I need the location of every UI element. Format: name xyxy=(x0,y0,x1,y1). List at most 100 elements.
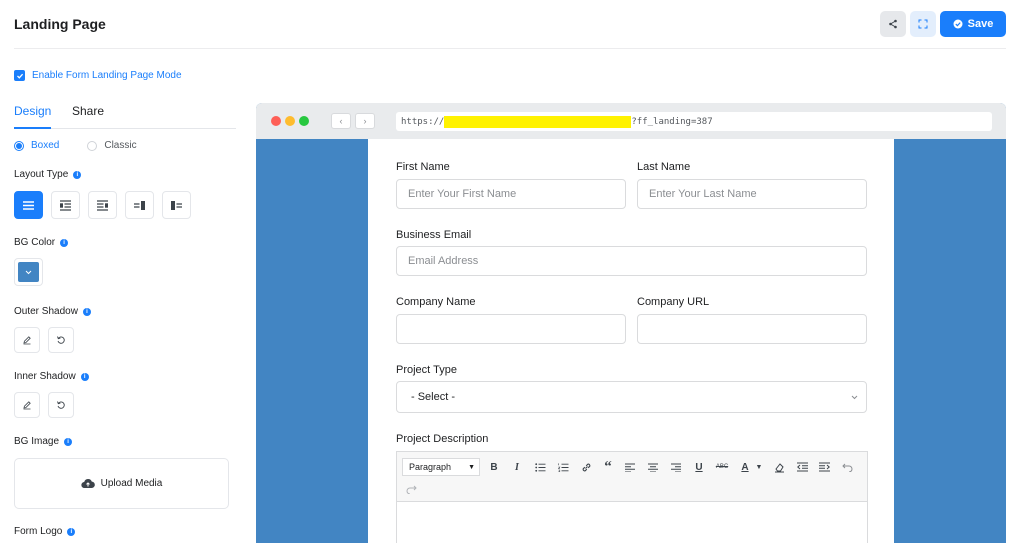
outer-shadow-label: Outer Shadow i xyxy=(14,306,91,317)
landing-preview: ‹ › https:// ?ff_landing=387 First Name … xyxy=(256,103,1006,543)
form-card: First Name Enter Your First Name Last Na… xyxy=(368,139,894,543)
project-type-select[interactable]: - Select - xyxy=(396,381,867,413)
strikethrough-icon[interactable]: ABC xyxy=(713,458,731,476)
business-email-label: Business Email xyxy=(396,229,472,241)
layout-right-icon xyxy=(97,199,108,211)
color-swatch xyxy=(18,262,39,282)
radio-boxed-label[interactable]: Boxed xyxy=(31,140,59,151)
outer-shadow-edit-button[interactable] xyxy=(14,327,40,353)
link-icon[interactable] xyxy=(577,458,595,476)
reset-icon xyxy=(57,401,65,409)
inner-shadow-edit-button[interactable] xyxy=(14,392,40,418)
chevron-down-icon xyxy=(25,270,32,274)
editor-toolbar: Paragraph ▼ B I “ U ABC A ▼ xyxy=(397,452,867,502)
radio-classic-label[interactable]: Classic xyxy=(104,140,136,151)
layout-media-right-button[interactable] xyxy=(88,191,117,219)
caret-down-icon: ▼ xyxy=(468,463,475,471)
project-description-label: Project Description xyxy=(396,433,489,445)
company-url-input[interactable] xyxy=(637,314,867,344)
outer-shadow-reset-button[interactable] xyxy=(48,327,74,353)
header-divider xyxy=(14,48,1006,49)
company-name-input[interactable] xyxy=(396,314,626,344)
blockquote-icon[interactable]: “ xyxy=(599,458,617,476)
save-label: Save xyxy=(967,18,994,30)
underline-icon[interactable]: U xyxy=(690,458,708,476)
layout-default-button[interactable] xyxy=(14,191,43,219)
pencil-icon xyxy=(23,401,31,410)
info-icon[interactable]: i xyxy=(64,437,73,446)
url-suffix: ?ff_landing=387 xyxy=(631,116,713,127)
tab-share[interactable]: Share xyxy=(72,104,104,118)
checkbox-checked-icon xyxy=(14,70,25,81)
align-left-icon[interactable] xyxy=(621,458,639,476)
bullet-list-icon[interactable] xyxy=(531,458,549,476)
radio-boxed[interactable] xyxy=(14,140,24,151)
first-name-input[interactable]: Enter Your First Name xyxy=(396,179,626,209)
rich-text-editor[interactable]: Paragraph ▼ B I “ U ABC A ▼ xyxy=(396,451,868,543)
project-type-label: Project Type xyxy=(396,364,457,376)
info-icon[interactable]: i xyxy=(80,372,89,381)
split-right-icon xyxy=(134,200,145,210)
address-bar[interactable]: https:// ?ff_landing=387 xyxy=(396,112,992,131)
undo-icon[interactable] xyxy=(838,458,856,476)
upload-media-label: Upload Media xyxy=(100,478,163,489)
indent-icon[interactable] xyxy=(815,458,833,476)
italic-icon[interactable]: I xyxy=(508,458,526,476)
check-circle-icon xyxy=(953,19,963,29)
style-radio-group: Boxed Classic xyxy=(14,140,137,151)
info-icon[interactable]: i xyxy=(73,170,82,179)
bg-color-text: BG Color xyxy=(14,237,56,248)
align-right-icon[interactable] xyxy=(667,458,685,476)
layout-left-icon xyxy=(60,199,71,211)
save-button[interactable]: Save xyxy=(940,11,1006,37)
format-select[interactable]: Paragraph ▼ xyxy=(402,458,480,476)
bg-color-picker[interactable] xyxy=(14,258,43,286)
minimize-dot-icon xyxy=(285,116,295,126)
tab-design[interactable]: Design xyxy=(14,104,52,129)
layout-split-left-button[interactable] xyxy=(162,191,191,219)
layout-media-left-button[interactable] xyxy=(51,191,80,219)
last-name-label: Last Name xyxy=(637,161,691,173)
form-logo-text: Form Logo xyxy=(14,526,63,537)
email-field[interactable]: Email Address xyxy=(396,246,867,276)
pencil-icon xyxy=(23,336,31,345)
header: Landing Page Save xyxy=(0,0,1024,48)
reset-icon xyxy=(57,336,65,344)
radio-classic[interactable] xyxy=(87,140,98,151)
numbered-list-icon[interactable] xyxy=(554,458,572,476)
share-button[interactable] xyxy=(880,11,906,37)
upload-media-button[interactable]: Upload Media xyxy=(14,458,229,509)
landing-mode-checkbox[interactable]: Enable Form Landing Page Mode xyxy=(14,70,182,81)
maximize-dot-icon xyxy=(299,116,309,126)
info-icon[interactable]: i xyxy=(67,527,76,536)
bold-icon[interactable]: B xyxy=(485,458,503,476)
outer-shadow-text: Outer Shadow xyxy=(14,306,78,317)
url-prefix: https:// xyxy=(401,116,445,127)
bg-image-text: BG Image xyxy=(14,436,60,447)
clear-formatting-icon[interactable] xyxy=(770,458,788,476)
back-button[interactable]: ‹ xyxy=(331,113,351,129)
info-icon[interactable]: i xyxy=(82,307,91,316)
caret-down-icon[interactable]: ▼ xyxy=(750,458,768,476)
align-center-icon[interactable] xyxy=(644,458,662,476)
browser-bar: ‹ › https:// ?ff_landing=387 xyxy=(256,103,1006,139)
chevron-left-icon: ‹ xyxy=(339,116,343,126)
forward-button[interactable]: › xyxy=(355,113,375,129)
redo-icon[interactable] xyxy=(402,480,420,498)
first-name-label: First Name xyxy=(396,161,450,173)
inner-shadow-label: Inner Shadow i xyxy=(14,371,89,382)
share-icon xyxy=(889,19,897,29)
settings-tabs: Design Share xyxy=(14,104,236,129)
fullscreen-button[interactable] xyxy=(910,11,936,37)
outdent-icon[interactable] xyxy=(793,458,811,476)
inner-shadow-reset-button[interactable] xyxy=(48,392,74,418)
layout-split-right-button[interactable] xyxy=(125,191,154,219)
info-icon[interactable]: i xyxy=(60,238,69,247)
layout-type-label: Layout Type i xyxy=(14,169,82,180)
company-url-label: Company URL xyxy=(637,296,710,308)
split-left-icon xyxy=(171,200,182,210)
last-name-input[interactable]: Enter Your Last Name xyxy=(637,179,867,209)
bg-color-label: BG Color i xyxy=(14,237,69,248)
chevron-down-icon xyxy=(851,395,858,399)
redacted-url-segment xyxy=(444,115,632,128)
